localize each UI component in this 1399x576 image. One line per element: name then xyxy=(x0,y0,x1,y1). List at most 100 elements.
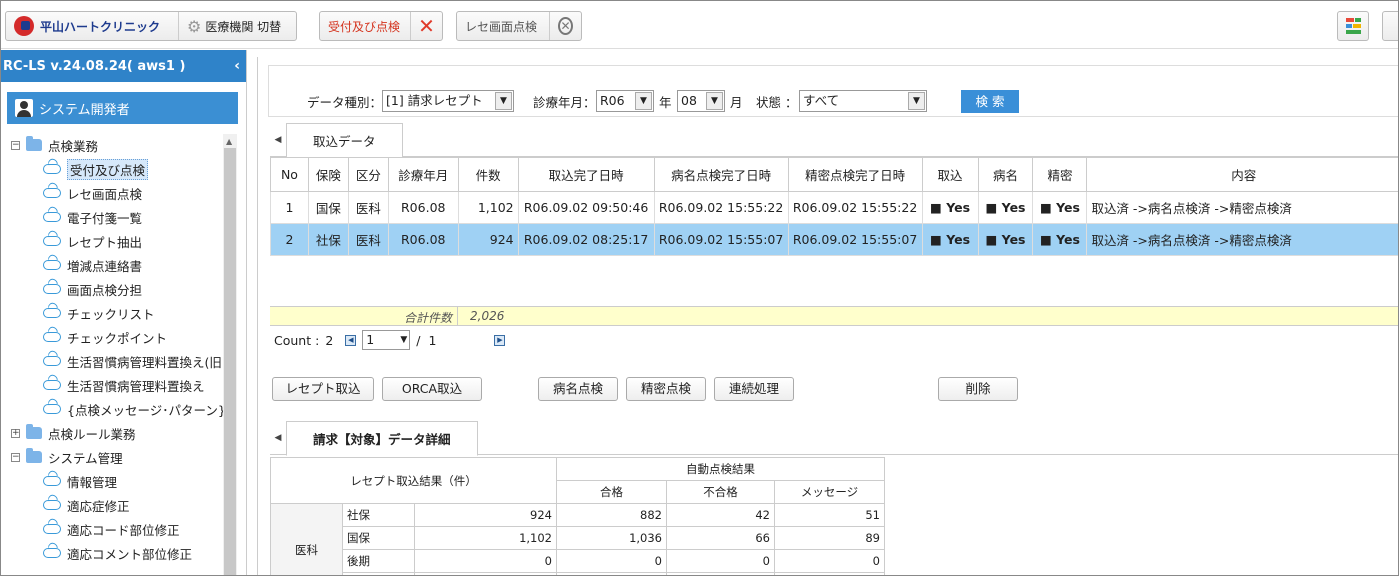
disease-check-button[interactable]: 病名点検 xyxy=(538,377,618,401)
version-label: RC-LS v.24.08.24( aws1 ) xyxy=(3,58,186,74)
screen-check-tab-group: レセ画面点検 ✕ xyxy=(456,11,582,41)
menu-item-label: チェックリスト xyxy=(67,306,155,322)
screen-check-button[interactable]: レセ画面点検 xyxy=(457,12,549,40)
cell-imp: ■ Yes xyxy=(921,223,979,256)
cloud-icon xyxy=(43,548,61,558)
era-select[interactable]: R06 ▼ xyxy=(596,90,654,112)
cell-precise-done: R06.09.02 15:55:22 xyxy=(787,191,923,224)
cell-month: R06.08 xyxy=(387,191,459,224)
grid-column-header[interactable]: No xyxy=(270,157,309,192)
switch-clinic-button[interactable]: ⚙ 医療機関 切替 xyxy=(178,12,296,40)
user-badge[interactable]: システム開発者 xyxy=(7,92,238,124)
next-page-icon[interactable]: ▶ xyxy=(494,334,506,346)
menu-item[interactable]: 適応コメント部位修正 xyxy=(43,542,192,564)
auto-check-subheader: 不合格 xyxy=(666,480,775,504)
clinic-name: 平山ハートクリニック xyxy=(40,19,161,34)
menu-folder[interactable]: + 点検ルール業務 xyxy=(11,422,136,444)
month-suffix: 月 xyxy=(730,95,743,110)
page-select[interactable]: 1 ▼ xyxy=(362,330,411,350)
grid-column-header[interactable]: 内容 xyxy=(1086,157,1398,192)
table-row[interactable]: 1 国保 医科 R06.08 1,102 R06.09.02 09:50:46 R06.09… xyxy=(270,191,1398,224)
detail-row xyxy=(271,572,885,575)
status-select[interactable]: すべて ▼ xyxy=(799,90,927,112)
data-type-value: [1] 請求レセプト xyxy=(386,93,483,108)
grid-column-header[interactable]: 病名点検完了日時 xyxy=(653,157,789,192)
more-icon-button[interactable] xyxy=(1382,11,1398,41)
clinic-button[interactable]: 平山ハートクリニック xyxy=(6,12,178,40)
menu-item[interactable]: レセ画面点検 xyxy=(43,182,142,204)
tab-import-data[interactable]: 取込データ xyxy=(286,123,403,158)
menu-item-label: {点検メッセージ･パターン} xyxy=(67,402,223,418)
cell-precise-done: R06.09.02 15:55:07 xyxy=(787,223,923,256)
grid-header-row: No 保険 区分 診療年月 件数 取込完了日時 病名点検完了日時 精密点検完了日時 取込 病名 精密… xyxy=(270,157,1398,192)
menu-item-label: レセプト抽出 xyxy=(67,234,143,250)
grid-column-header[interactable]: 件数 xyxy=(457,157,519,192)
menu-item[interactable]: 増減点連絡書 xyxy=(43,254,142,276)
cell-count: 1,102 xyxy=(457,191,519,224)
cell-no: 1 xyxy=(270,191,309,224)
layout-icon-button[interactable] xyxy=(1337,11,1369,41)
collapse-sidebar-icon[interactable]: ‹ xyxy=(234,58,240,74)
grid-column-header[interactable]: 病名 xyxy=(977,157,1034,192)
grid-column-header[interactable]: 取込完了日時 xyxy=(517,157,655,192)
data-type-select[interactable]: [1] 請求レセプト ▼ xyxy=(382,90,514,112)
menu-item[interactable]: チェックポイント xyxy=(43,326,167,348)
cell-pre: ■ Yes xyxy=(1032,191,1088,224)
menu-item[interactable]: 電子付箋一覧 xyxy=(43,206,142,228)
menu-item[interactable]: 適応症修正 xyxy=(43,494,130,516)
menu-folder[interactable]: − 点検業務 xyxy=(11,134,98,156)
collapse-icon[interactable]: − xyxy=(11,140,20,150)
cell-count: 924 xyxy=(457,223,519,256)
folder-icon xyxy=(26,136,42,151)
page-total: 1 xyxy=(428,332,437,348)
collapse-icon[interactable]: − xyxy=(11,452,20,462)
menu-item[interactable]: 適応コード部位修正 xyxy=(43,518,180,540)
tab-left-icon[interactable]: ◀ xyxy=(270,421,286,455)
orca-import-button[interactable]: ORCA取込 xyxy=(382,377,482,401)
receipt-import-button[interactable]: レセプト取込 xyxy=(272,377,374,401)
close-screen-check-button[interactable]: ✕ xyxy=(549,12,581,40)
reception-check-button[interactable]: 受付及び点検 xyxy=(320,12,410,40)
menu-item[interactable]: 受付及び点検 xyxy=(43,158,149,180)
grid-column-header[interactable]: 精密 xyxy=(1032,157,1088,192)
menu-item[interactable]: 画面点検分担 xyxy=(43,278,142,300)
menu-item-label: 受付及び点検 xyxy=(67,158,149,180)
grid-column-header[interactable]: 区分 xyxy=(347,157,389,192)
total-row: 合計件数 2,026 xyxy=(270,306,1398,326)
grid-column-header[interactable]: 精密点検完了日時 xyxy=(787,157,923,192)
detail-empty-cell xyxy=(556,572,667,575)
table-row[interactable]: 2 社保 医科 R06.08 924 R06.09.02 08:25:17 R06.09.0… xyxy=(270,223,1398,256)
tab-detail-data[interactable]: 請求【対象】データ詳細 xyxy=(286,421,478,456)
expand-icon[interactable]: + xyxy=(11,428,20,438)
total-value: 2,026 xyxy=(470,309,505,323)
grid-column-header[interactable]: 診療年月 xyxy=(387,157,459,192)
menu-item[interactable]: チェックリスト xyxy=(43,302,155,324)
month-select[interactable]: 08 ▼ xyxy=(677,90,725,112)
cloud-icon xyxy=(43,476,61,486)
status-value: すべて xyxy=(803,93,840,108)
continuous-process-button[interactable]: 連続処理 xyxy=(714,377,794,401)
close-reception-button[interactable]: ✕ xyxy=(410,12,442,40)
prev-page-icon[interactable]: ◀ xyxy=(345,334,357,346)
precise-check-button[interactable]: 精密点検 xyxy=(626,377,706,401)
menu-item-label: 画面点検分担 xyxy=(67,282,143,298)
menu-item-label: 増減点連絡書 xyxy=(67,258,143,274)
menu-item[interactable]: {点検メッセージ･パターン} xyxy=(43,398,223,420)
menu-item[interactable]: 生活習慣病管理料置換え(旧.I xyxy=(43,350,223,372)
scroll-up-icon[interactable]: ▲ xyxy=(226,137,232,146)
sidebar-scrollbar[interactable]: ▲ xyxy=(223,134,237,575)
delete-button[interactable]: 削除 xyxy=(938,377,1018,401)
page-value: 1 xyxy=(366,332,375,347)
detail-count: 924 xyxy=(414,503,557,527)
gear-icon: ⚙ xyxy=(187,16,202,36)
grid-column-header[interactable]: 保険 xyxy=(307,157,349,192)
tab-left-icon[interactable]: ◀ xyxy=(270,123,286,157)
search-button[interactable]: 検 索 xyxy=(961,90,1019,113)
close-circle-icon: ✕ xyxy=(558,17,573,35)
menu-item[interactable]: 情報管理 xyxy=(43,470,117,492)
grid-column-header[interactable]: 取込 xyxy=(921,157,979,192)
menu-item[interactable]: 生活習慣病管理料置換え xyxy=(43,374,205,396)
menu-item[interactable]: レセプト抽出 xyxy=(43,230,142,252)
scroll-thumb[interactable] xyxy=(224,148,236,575)
menu-folder[interactable]: − システム管理 xyxy=(11,446,123,468)
